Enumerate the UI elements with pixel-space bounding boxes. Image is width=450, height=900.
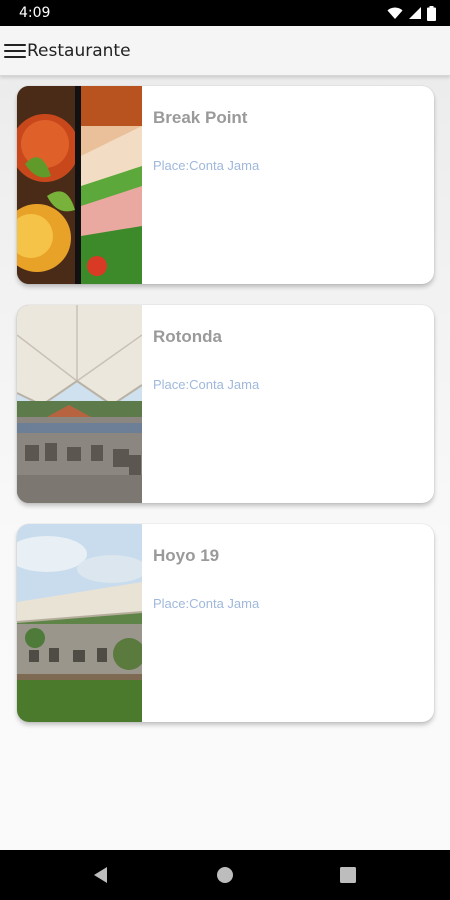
restaurant-image xyxy=(17,524,142,722)
battery-icon xyxy=(427,5,436,21)
home-icon xyxy=(217,867,233,883)
restaurant-name: Rotonda xyxy=(153,327,222,346)
status-icons xyxy=(387,5,436,21)
status-bar: 4:09 xyxy=(0,0,450,26)
back-button[interactable] xyxy=(71,850,131,900)
restaurant-list: Break Point Place:Conta Jama Rotonda Pla… xyxy=(0,76,450,850)
hamburger-menu-icon[interactable] xyxy=(4,42,26,60)
restaurant-image xyxy=(17,86,142,284)
restaurant-place: Place:Conta Jama xyxy=(153,158,260,173)
restaurant-name: Hoyo 19 xyxy=(153,546,220,565)
signal-icon xyxy=(409,7,421,19)
tent-terrace-photo-icon xyxy=(17,305,142,503)
restaurant-name: Break Point xyxy=(153,108,248,127)
restaurant-image xyxy=(17,305,142,503)
restaurant-card-rotonda[interactable]: Rotonda Place:Conta Jama xyxy=(17,305,434,503)
page-title: Restaurante xyxy=(27,40,131,61)
food-photo-icon xyxy=(17,86,142,284)
restaurant-card-break-point[interactable]: Break Point Place:Conta Jama xyxy=(17,86,434,284)
restaurant-place: Place:Conta Jama xyxy=(153,377,260,392)
restaurant-place: Place:Conta Jama xyxy=(153,596,260,611)
wifi-icon xyxy=(387,7,403,19)
recents-icon xyxy=(340,867,356,883)
outdoor-tent-photo-icon xyxy=(17,524,142,722)
system-navigation-bar xyxy=(0,850,450,900)
recents-button[interactable] xyxy=(318,850,378,900)
restaurant-card-hoyo-19[interactable]: Hoyo 19 Place:Conta Jama xyxy=(17,524,434,722)
home-button[interactable] xyxy=(195,850,255,900)
back-icon xyxy=(94,867,107,883)
app-bar: Restaurante xyxy=(0,26,450,76)
status-time: 4:09 xyxy=(19,5,51,21)
